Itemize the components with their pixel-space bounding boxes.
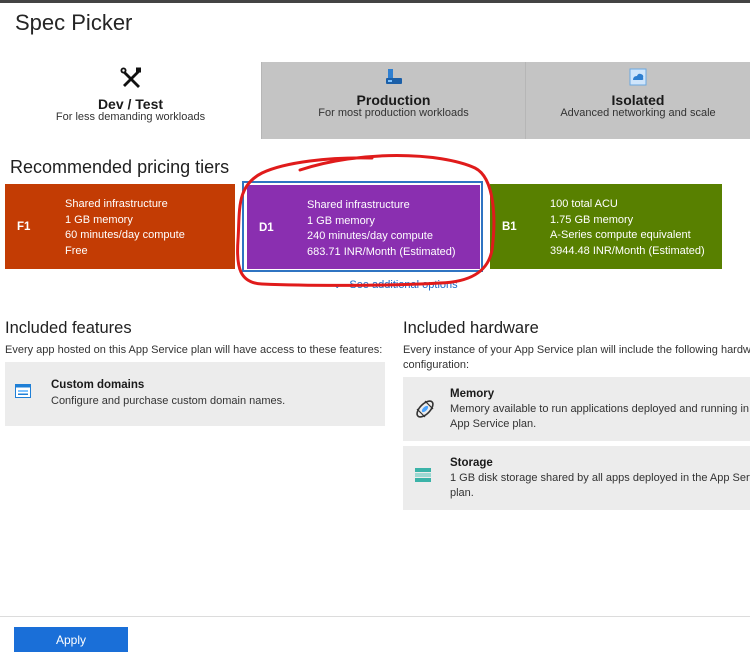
footer-divider xyxy=(0,616,750,617)
hardware-description: 1 GB disk storage shared by all apps dep… xyxy=(450,471,750,501)
tier-detail-line: Shared infrastructure xyxy=(65,198,168,210)
tab-dev-test-label: Dev / Test xyxy=(97,96,164,112)
hardware-description-line: App Service plan. xyxy=(450,418,537,430)
tier-card-b1[interactable]: B1 100 total ACU 1.75 GB memory A-Series… xyxy=(490,184,722,269)
tools-icon xyxy=(0,66,261,90)
memory-icon xyxy=(413,397,437,426)
hardware-description-line: configuration: xyxy=(403,359,470,371)
hardware-card-memory: Memory Memory available to run applicati… xyxy=(403,377,750,441)
feature-card-custom-domains: Custom domains Configure and purchase cu… xyxy=(5,362,385,426)
recommended-tiers-heading: Recommended pricing tiers xyxy=(10,157,230,177)
tier-card-f1[interactable]: F1 Shared infrastructure 1 GB memory 60 … xyxy=(5,184,235,269)
storage-icon xyxy=(415,468,431,487)
tab-production-label: Production xyxy=(356,92,431,108)
app-service-icon xyxy=(262,68,525,92)
page-title: Spec Picker xyxy=(15,10,133,35)
tier-detail-line: Free xyxy=(65,244,88,257)
see-additional-options-link[interactable]: ⌄ See additional options xyxy=(333,279,458,291)
selected-tier-inner-outline xyxy=(245,184,481,270)
feature-description: Configure and purchase custom domain nam… xyxy=(51,395,286,407)
hardware-title: Storage xyxy=(450,457,493,469)
included-features-description: Every app hosted on this App Service pla… xyxy=(5,344,383,356)
hardware-card-storage: Storage 1 GB disk storage shared by all … xyxy=(403,446,750,510)
isolated-environment-icon xyxy=(526,68,750,92)
tab-dev-test-subtitle: For less demanding workloads xyxy=(55,111,206,123)
hardware-title: Memory xyxy=(450,388,495,400)
tier-detail-line: A-Series compute equivalent xyxy=(550,229,691,241)
tab-production[interactable]: Production For most production workloads xyxy=(261,62,525,139)
included-hardware-description: Every instance of your App Service plan … xyxy=(403,343,750,373)
tier-details: Shared infrastructure 1 GB memory 60 min… xyxy=(65,197,185,259)
custom-domains-icon xyxy=(15,384,31,403)
workload-tabs: Dev / Test For less demanding workloads … xyxy=(0,62,750,139)
included-features-heading: Included features xyxy=(5,319,132,337)
tab-isolated-subtitle: Advanced networking and scale xyxy=(560,107,716,119)
see-additional-options-label: See additional options xyxy=(349,279,458,291)
feature-title: Custom domains xyxy=(51,379,145,391)
tier-code: B1 xyxy=(502,221,517,233)
hardware-description: Memory available to run applications dep… xyxy=(450,402,749,432)
hardware-description-line: plan. xyxy=(450,487,474,499)
apply-button[interactable]: Apply xyxy=(14,627,128,652)
hardware-description-line: Every instance of your App Service plan … xyxy=(403,344,750,356)
window-top-border xyxy=(0,0,750,3)
tier-code: F1 xyxy=(17,221,31,233)
tier-detail-line: 3944.48 INR/Month (Estimated) xyxy=(550,244,705,257)
hardware-description-line: Memory available to run applications dep… xyxy=(450,403,750,415)
hardware-description-line: 1 GB disk storage shared by all apps dep… xyxy=(450,472,750,484)
tier-detail-line: 100 total ACU xyxy=(550,198,618,210)
tier-details: 100 total ACU 1.75 GB memory A-Series co… xyxy=(550,197,705,259)
included-hardware-heading: Included hardware xyxy=(403,319,539,337)
tier-detail-line: 1.75 GB memory xyxy=(550,213,634,226)
chevron-down-icon: ⌄ xyxy=(333,280,342,291)
tab-production-subtitle: For most production workloads xyxy=(318,107,469,119)
tab-dev-test[interactable]: Dev / Test For less demanding workloads xyxy=(0,62,261,139)
tab-isolated[interactable]: Isolated Advanced networking and scale xyxy=(525,62,750,139)
tier-detail-line: 60 minutes/day compute xyxy=(65,229,185,241)
tab-isolated-label: Isolated xyxy=(611,92,665,108)
tier-detail-line: 1 GB memory xyxy=(65,213,133,226)
